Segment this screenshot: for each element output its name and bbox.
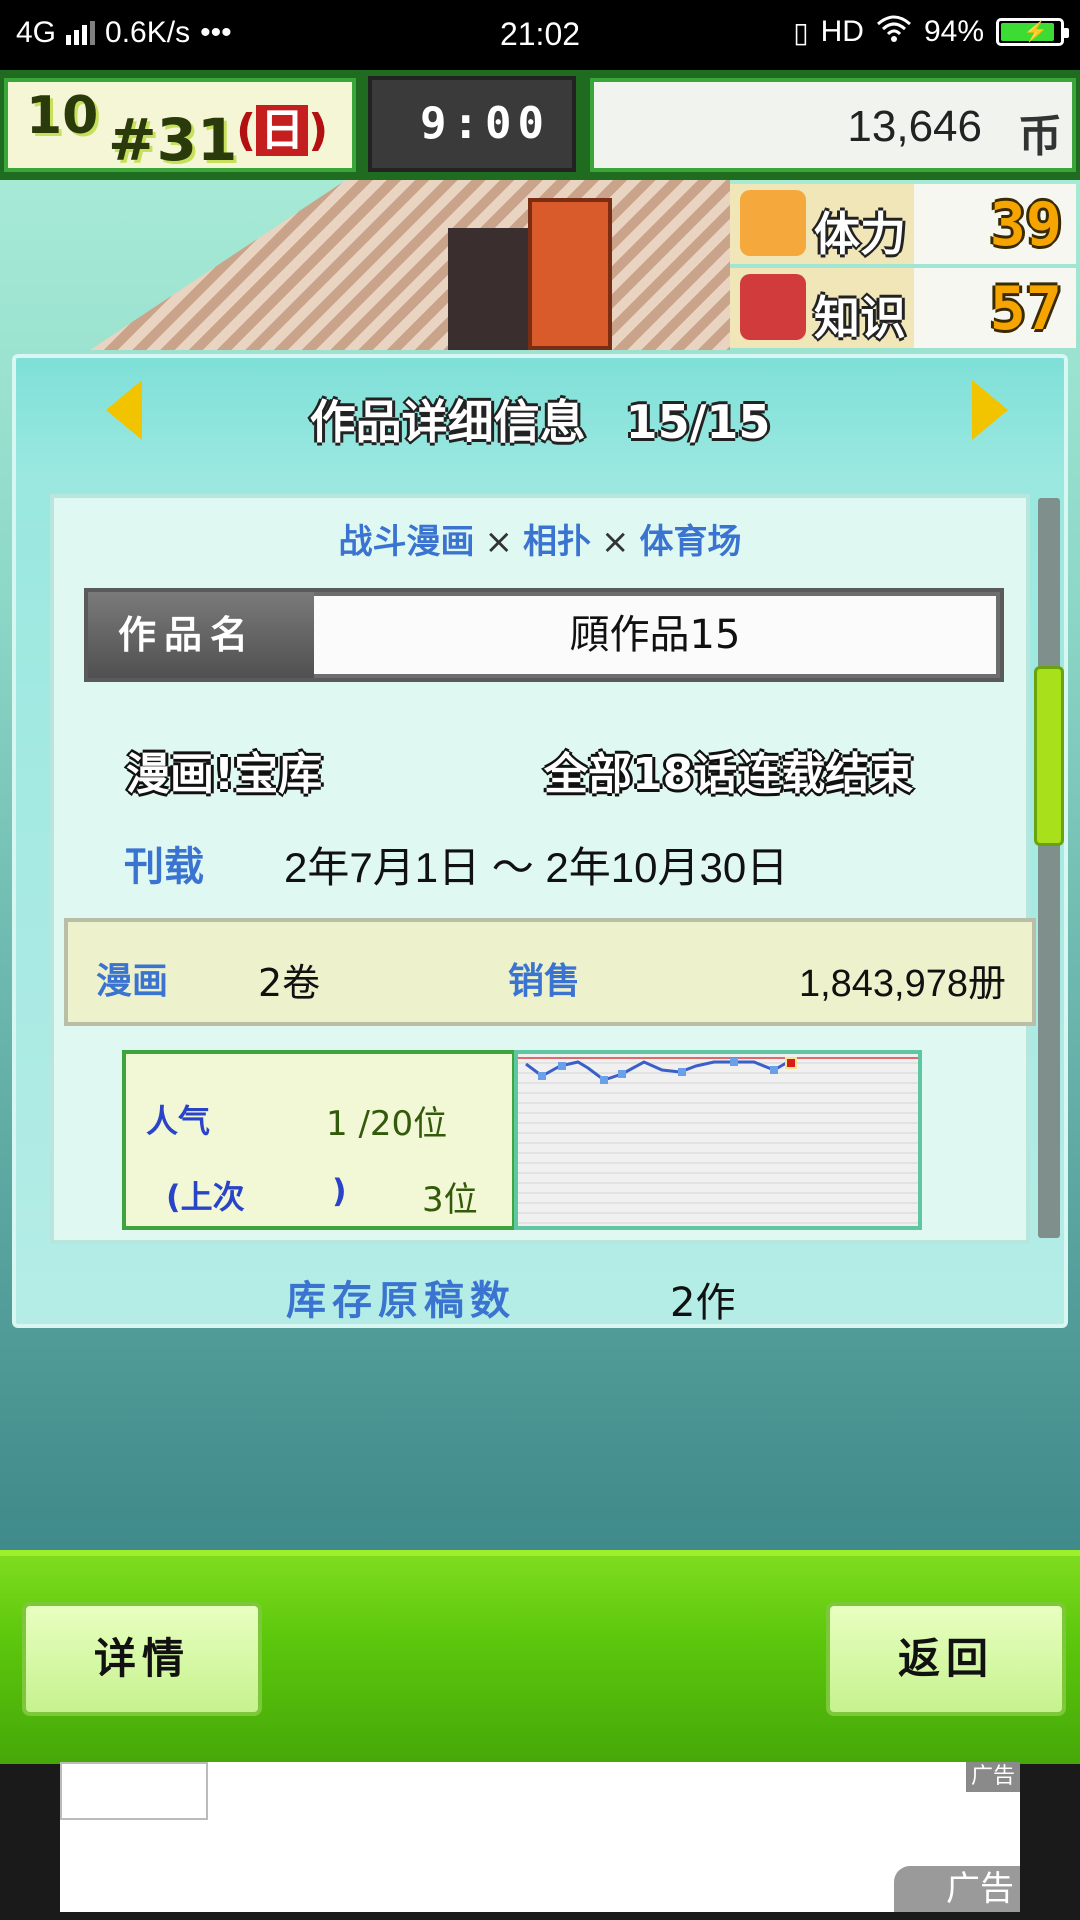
dialog-header: 作品详细信息 15/15 bbox=[16, 358, 1064, 468]
ad-corner-label: 广告 bbox=[894, 1866, 1020, 1912]
dialog-title: 作品详细信息 15/15 bbox=[309, 395, 771, 449]
stat-value: 39 bbox=[989, 190, 1062, 260]
money-value: 13,646 bbox=[847, 102, 982, 151]
genre-line: 战斗漫画 × 相扑 × 体育场 bbox=[338, 522, 742, 562]
genre-1: 战斗漫画 bbox=[338, 522, 475, 562]
genre-2: 相扑 bbox=[523, 522, 591, 562]
house-roof bbox=[90, 180, 730, 350]
next-arrow-icon[interactable] bbox=[972, 380, 1008, 440]
stat-knowledge: 知识 57 bbox=[730, 268, 1076, 348]
hd-label: HD bbox=[820, 15, 864, 48]
stock-value: 2作 bbox=[670, 1280, 736, 1326]
wifi-icon bbox=[876, 14, 912, 50]
sales-box: 漫画 2卷 销售 1,843,978册 bbox=[64, 918, 1036, 1026]
money-panel: 13,646 币 bbox=[590, 78, 1076, 172]
week-number: #31 bbox=[108, 106, 238, 174]
genre-3: 体育场 bbox=[639, 522, 742, 562]
stat-value: 57 bbox=[989, 274, 1062, 344]
flexed-arm-icon bbox=[740, 190, 806, 256]
status-right: ▯ HD 94% ⚡ bbox=[793, 14, 1069, 50]
work-detail-dialog: 作品详细信息 15/15 战斗漫画 × 相扑 × 体育场 作品名 頋作品15 漫画!宝库 … bbox=[12, 354, 1068, 1328]
popularity-trend-line bbox=[518, 1057, 918, 1084]
battery-icon: ⚡ bbox=[996, 18, 1069, 46]
scrollbar-thumb[interactable] bbox=[1034, 666, 1064, 846]
details-button[interactable]: 详情 bbox=[22, 1602, 262, 1716]
period-value: 2年7月1日 ～ 2年10月30日 bbox=[284, 844, 789, 891]
top-hud: 10 #31 (日) 9:00 13,646 币 bbox=[0, 70, 1080, 180]
volumes-value: 2卷 bbox=[258, 961, 321, 1005]
previous-value: 3位 bbox=[422, 1180, 478, 1220]
scrollbar-track[interactable] bbox=[1038, 498, 1060, 1238]
work-name-bar: 作品名 頋作品15 bbox=[84, 588, 1004, 682]
ad-banner[interactable]: 广告 广告 bbox=[60, 1762, 1020, 1912]
popularity-value: 1 /20位 bbox=[326, 1104, 448, 1144]
sales-label: 销售 bbox=[508, 961, 581, 1002]
stat-label: 体力 bbox=[814, 207, 906, 261]
ad-tag: 广告 bbox=[966, 1762, 1020, 1792]
period-label: 刊载 bbox=[124, 844, 204, 890]
book-icon bbox=[740, 274, 806, 340]
previous-label-close: ) bbox=[332, 1172, 347, 1210]
page-count: 15/15 bbox=[625, 395, 771, 449]
stock-label: 库存原稿数 bbox=[286, 1278, 516, 1324]
date-panel: 10 #31 (日) bbox=[4, 78, 356, 174]
stock-row: 库存原稿数 2作 bbox=[16, 1268, 1064, 1328]
currency-icon: 币 bbox=[1018, 111, 1062, 162]
volumes-label: 漫画 bbox=[96, 961, 169, 1002]
door bbox=[528, 198, 612, 350]
battery-percent: 94% bbox=[923, 15, 984, 48]
ad-placeholder bbox=[60, 1762, 208, 1820]
popularity-label: 人气 bbox=[146, 1102, 211, 1140]
month: 10 bbox=[26, 86, 99, 146]
magazine-name: 漫画!宝库 bbox=[126, 749, 323, 800]
back-button[interactable]: 返回 bbox=[826, 1602, 1066, 1716]
previous-label: (上次 bbox=[166, 1178, 245, 1216]
popularity-graph bbox=[514, 1050, 922, 1230]
game-time: 9:00 bbox=[368, 76, 576, 172]
serial-status: 全部18话连载结束 bbox=[544, 749, 914, 800]
work-name-label: 作品名 bbox=[88, 592, 314, 678]
period-row: 刊载 2年7月1日 ～ 2年10月30日 bbox=[54, 834, 1026, 904]
detail-panel: 战斗漫画 × 相扑 × 体育场 作品名 頋作品15 漫画!宝库 全部18话连载结束 刊载… bbox=[50, 494, 1036, 1244]
status-bar: 4G 0.6K/s ••• 21:02 ▯ HD 94% ⚡ bbox=[0, 0, 1080, 70]
popularity-box: 人气 1 /20位 (上次 ) 3位 bbox=[122, 1050, 516, 1230]
weekday-badge: (日) bbox=[236, 105, 329, 156]
sales-value: 1,843,978册 bbox=[798, 963, 1006, 1005]
bottom-bar: 详情 返回 bbox=[0, 1550, 1080, 1764]
stat-stamina: 体力 39 bbox=[730, 184, 1076, 264]
work-name-value: 頋作品15 bbox=[314, 596, 996, 674]
screen: 4G 0.6K/s ••• 21:02 ▯ HD 94% ⚡ 10 #31 (日… bbox=[0, 0, 1080, 1920]
stat-label: 知识 bbox=[814, 291, 906, 345]
doorway bbox=[448, 228, 528, 350]
vibrate-icon: ▯ bbox=[793, 16, 809, 48]
status-row: 漫画!宝库 全部18话连载结束 bbox=[54, 738, 1026, 808]
